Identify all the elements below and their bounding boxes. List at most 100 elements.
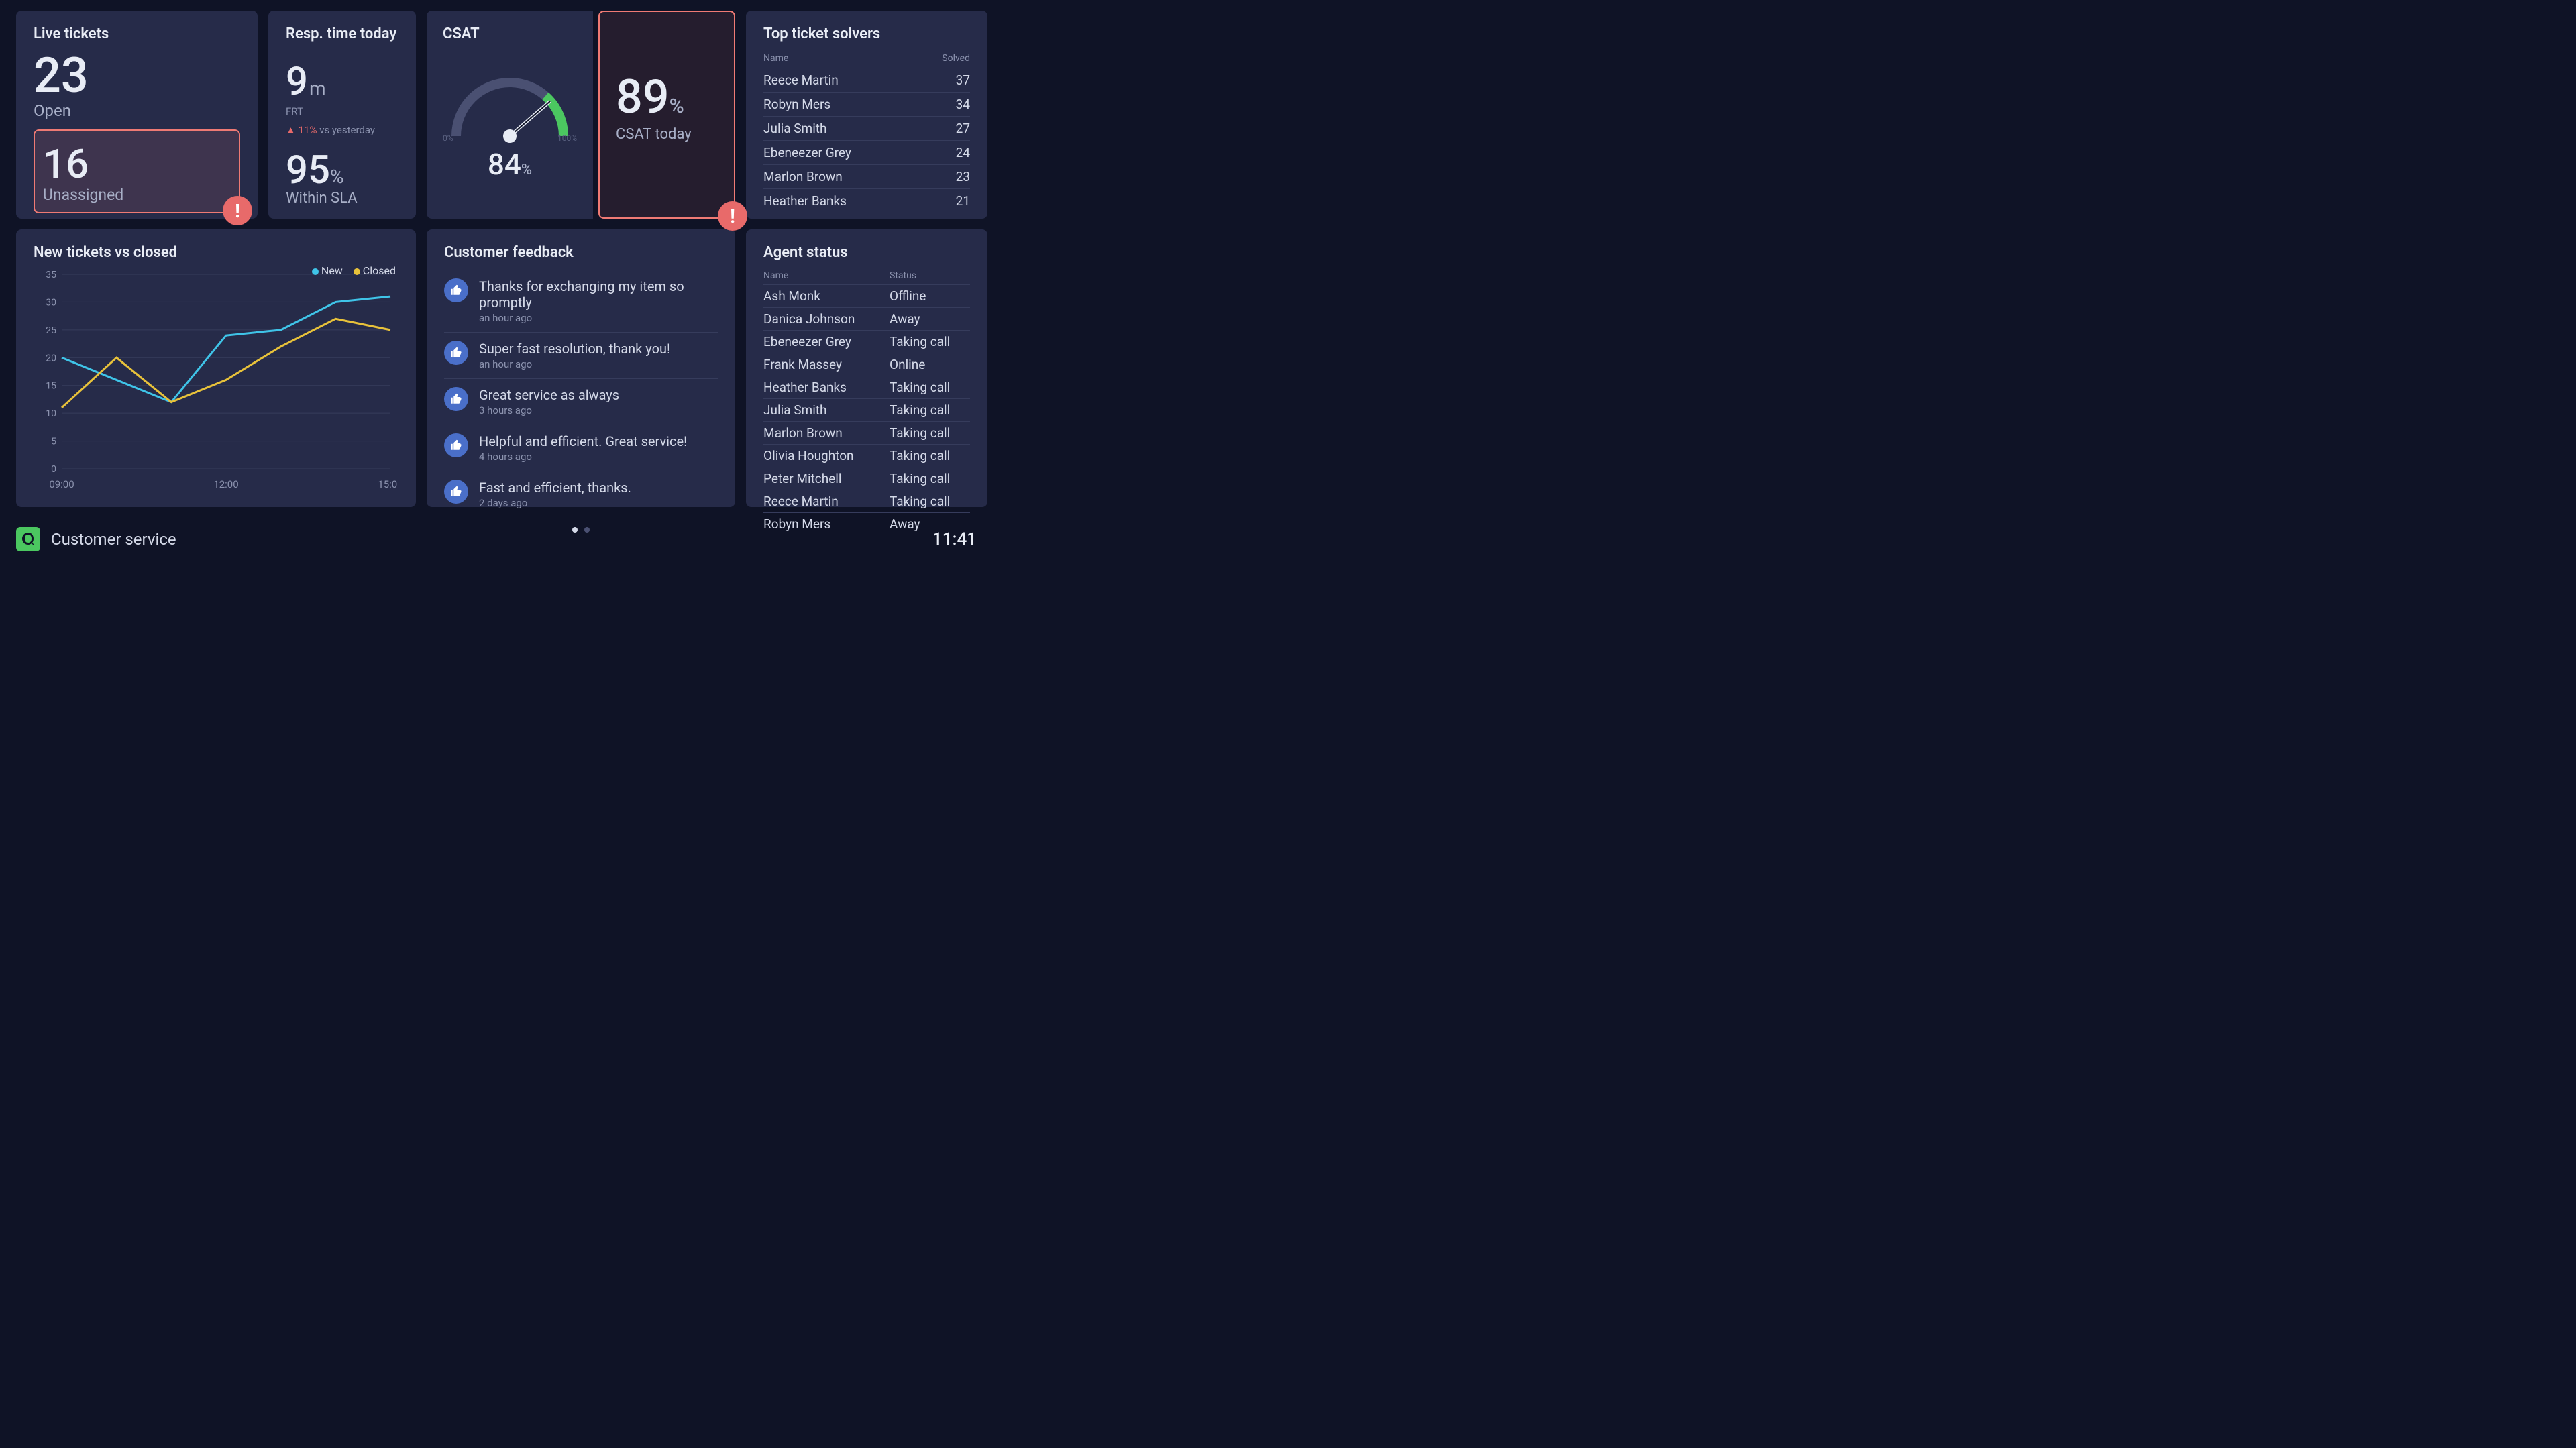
- open-tickets-value: 23: [34, 52, 240, 100]
- agent-name: Ash Monk: [763, 288, 890, 304]
- footer-bar: Customer service 11:41: [0, 520, 993, 558]
- table-row: Ebeneezer Grey24: [763, 140, 970, 164]
- live-tickets-title: Live tickets: [34, 25, 240, 42]
- svg-text:12:00: 12:00: [213, 478, 238, 490]
- csat-gauge-value: 84%: [443, 147, 577, 182]
- feedback-text: Super fast resolution, thank you!: [479, 341, 670, 357]
- agent-status-card: Agent status Name Status Ash MonkOffline…: [746, 229, 987, 507]
- solver-name: Julia Smith: [763, 121, 827, 136]
- agent-status-value: Away: [890, 311, 970, 327]
- thumbs-up-icon: [444, 433, 468, 457]
- feedback-item: Thanks for exchanging my item so promptl…: [444, 270, 718, 332]
- agent-status-value: Taking call: [890, 448, 970, 463]
- feedback-text: Helpful and efficient. Great service!: [479, 433, 687, 449]
- agent-status-value: Online: [890, 357, 970, 372]
- feedback-text: Great service as always: [479, 387, 619, 403]
- svg-text:15:00: 15:00: [378, 478, 398, 490]
- frt-value: 9: [286, 62, 308, 101]
- agent-name: Olivia Houghton: [763, 448, 890, 463]
- top-solvers-title: Top ticket solvers: [763, 25, 970, 42]
- feedback-time: 3 hours ago: [479, 404, 619, 416]
- solver-count: 21: [956, 193, 970, 209]
- table-row: Marlon Brown 23: [763, 164, 970, 188]
- response-time-card: Resp. time today 9m FRT ▲ 11% vs yesterd…: [268, 11, 416, 219]
- feedback-time: 2 days ago: [479, 497, 631, 509]
- legend-dot-new: [312, 268, 319, 275]
- agent-name: Marlon Brown: [763, 425, 890, 441]
- unassigned-alert-box: 16 Unassigned !: [34, 129, 240, 213]
- thumbs-up-icon: [444, 278, 468, 302]
- tickets-chart-title: New tickets vs closed: [34, 244, 398, 261]
- sla-label: Within SLA: [286, 190, 398, 207]
- svg-text:10: 10: [46, 408, 56, 419]
- agent-status-value: Taking call: [890, 380, 970, 395]
- solver-count: 34: [956, 97, 970, 112]
- agent-row: Peter MitchellTaking call: [763, 467, 970, 490]
- gauge-max: 100%: [557, 133, 577, 143]
- frt-label: FRT: [286, 105, 398, 117]
- response-time-title: Resp. time today: [286, 25, 398, 42]
- legend-dot-closed: [354, 268, 360, 275]
- table-row: Julia Smith27: [763, 116, 970, 140]
- agent-row: Frank MasseyOnline: [763, 353, 970, 376]
- feedback-item: Helpful and efficient. Great service! 4 h…: [444, 425, 718, 471]
- csat-gauge-panel: CSAT 0% 100% 84%: [427, 11, 593, 219]
- svg-text:5: 5: [51, 437, 56, 447]
- gauge-min: 0%: [443, 133, 453, 143]
- agent-name: Heather Banks: [763, 380, 890, 395]
- agent-status-value: Taking call: [890, 402, 970, 418]
- thumbs-up-icon: [444, 480, 468, 504]
- col-agent-name: Name: [763, 270, 890, 281]
- footer-title: Customer service: [51, 530, 176, 549]
- svg-text:0: 0: [51, 464, 56, 475]
- table-row: Reece Martin 37: [763, 68, 970, 92]
- solver-count: 23: [956, 169, 970, 184]
- feedback-item: Fast and efficient, thanks.2 days ago: [444, 471, 718, 517]
- unassigned-value: 16: [43, 144, 231, 184]
- solver-name: Reece Martin: [763, 72, 839, 88]
- col-solved: Solved: [942, 53, 970, 64]
- solver-count: 24: [956, 145, 970, 160]
- solver-name: Marlon Brown: [763, 169, 843, 184]
- frt-delta: ▲ 11% vs yesterday: [286, 124, 398, 136]
- tickets-chart-card: New tickets vs closed New Closed 0 5 10 15 2…: [16, 229, 416, 507]
- feedback-text: Thanks for exchanging my item so promptl…: [479, 278, 718, 311]
- clock: 11:41: [932, 529, 977, 549]
- csat-today-label: CSAT today: [616, 126, 718, 143]
- solver-count: 37: [956, 72, 970, 88]
- feedback-time: an hour ago: [479, 358, 670, 370]
- svg-text:15: 15: [46, 381, 56, 392]
- csat-title: CSAT: [443, 25, 577, 42]
- svg-text:25: 25: [46, 325, 56, 336]
- table-row: Robyn Mers 34: [763, 92, 970, 116]
- col-name: Name: [763, 53, 788, 64]
- agent-row: Julia SmithTaking call: [763, 398, 970, 421]
- logo-icon: [16, 527, 40, 551]
- alert-icon: !: [718, 201, 747, 231]
- csat-today-value: 89%: [616, 74, 718, 121]
- agent-name: Frank Massey: [763, 357, 890, 372]
- chart-legend: New Closed: [304, 264, 396, 277]
- agent-status-value: Offline: [890, 288, 970, 304]
- feedback-item: Super fast resolution, thank you!an hour…: [444, 332, 718, 378]
- svg-text:20: 20: [46, 353, 56, 364]
- solver-name: Robyn Mers: [763, 97, 830, 112]
- feedback-time: 4 hours ago: [479, 451, 687, 463]
- svg-text:35: 35: [46, 270, 56, 280]
- agent-row: Heather BanksTaking call: [763, 376, 970, 398]
- agent-row: Marlon BrownTaking call: [763, 421, 970, 444]
- agent-name: Reece Martin: [763, 494, 890, 509]
- agent-status-value: Taking call: [890, 334, 970, 349]
- csat-today-alert-panel: 89% CSAT today !: [598, 11, 735, 219]
- up-arrow-icon: ▲: [286, 124, 296, 136]
- tickets-line-chart: 0510152025303509:0012:0015:00: [34, 268, 398, 496]
- thumbs-up-icon: [444, 341, 468, 365]
- agent-status-title: Agent status: [763, 244, 970, 261]
- table-row: Heather Banks21: [763, 188, 970, 213]
- thumbs-up-icon: [444, 387, 468, 411]
- frt-unit: m: [309, 77, 326, 99]
- svg-text:09:00: 09:00: [49, 478, 74, 490]
- feedback-text: Fast and efficient, thanks.: [479, 480, 631, 496]
- agent-name: Peter Mitchell: [763, 471, 890, 486]
- agent-row: Olivia HoughtonTaking call: [763, 444, 970, 467]
